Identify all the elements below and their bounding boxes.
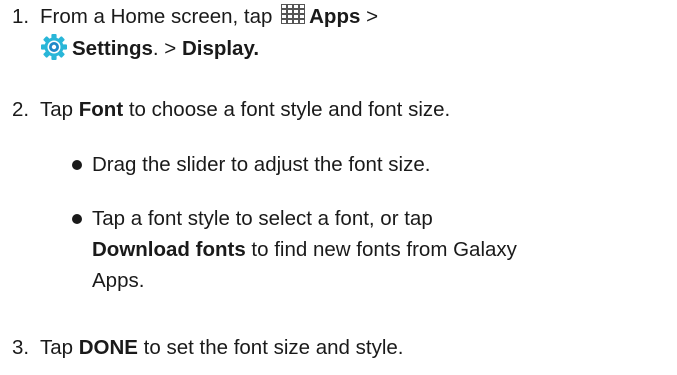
bullet-text-line-2: Download fonts to find new fonts from Ga… — [92, 235, 517, 265]
settings-gear-icon — [40, 33, 68, 61]
document: 1. From a Home screen, tap Apps > Settin… — [0, 0, 677, 375]
step-1-line-2: Settings. > Display. — [40, 33, 259, 64]
done-label: DONE — [78, 336, 138, 359]
settings-label: Settings — [72, 37, 153, 60]
bullet-text: to find new fonts from Galaxy — [245, 238, 517, 261]
step-text: Tap — [40, 336, 79, 359]
apps-label: Apps — [309, 5, 361, 28]
download-fonts-label: Download fonts — [92, 238, 246, 261]
font-label: Font — [78, 98, 124, 121]
step-2: 2. Tap Font to choose a font style and f… — [0, 95, 677, 125]
separator: > — [360, 5, 379, 28]
step-text: to set the font size and style. — [137, 336, 404, 359]
step-number: 1. — [12, 5, 30, 28]
separator: . > — [152, 37, 182, 60]
bullet-item-1: Drag the slider to adjust the font size. — [0, 150, 677, 180]
bullet-dot — [72, 160, 82, 170]
step-text: Tap — [40, 98, 79, 121]
step-1-line-1: From a Home screen, tap Apps > — [40, 2, 378, 32]
step-number: 2. — [12, 98, 30, 121]
step-text: From a Home screen, tap — [40, 5, 279, 28]
step-2-line: Tap Font to choose a font style and font… — [40, 95, 450, 125]
step-text: to choose a font style and font size. — [123, 98, 451, 121]
bullet-item-2: Tap a font style to select a font, or ta… — [0, 204, 677, 296]
step-number: 3. — [12, 336, 30, 359]
step-3: 3. Tap DONE to set the font size and sty… — [0, 333, 677, 363]
bullet-text: Tap a font style to select a font, or ta… — [92, 207, 433, 230]
step-3-line: Tap DONE to set the font size and style. — [40, 333, 404, 363]
apps-grid-icon — [280, 3, 307, 27]
bullet-text: Drag the slider to adjust the font size. — [92, 153, 431, 176]
display-label: Display. — [181, 37, 260, 60]
bullet-text: Apps. — [92, 269, 145, 292]
bullet-dot — [72, 214, 82, 224]
step-1: 1. From a Home screen, tap Apps > Settin… — [0, 2, 677, 64]
